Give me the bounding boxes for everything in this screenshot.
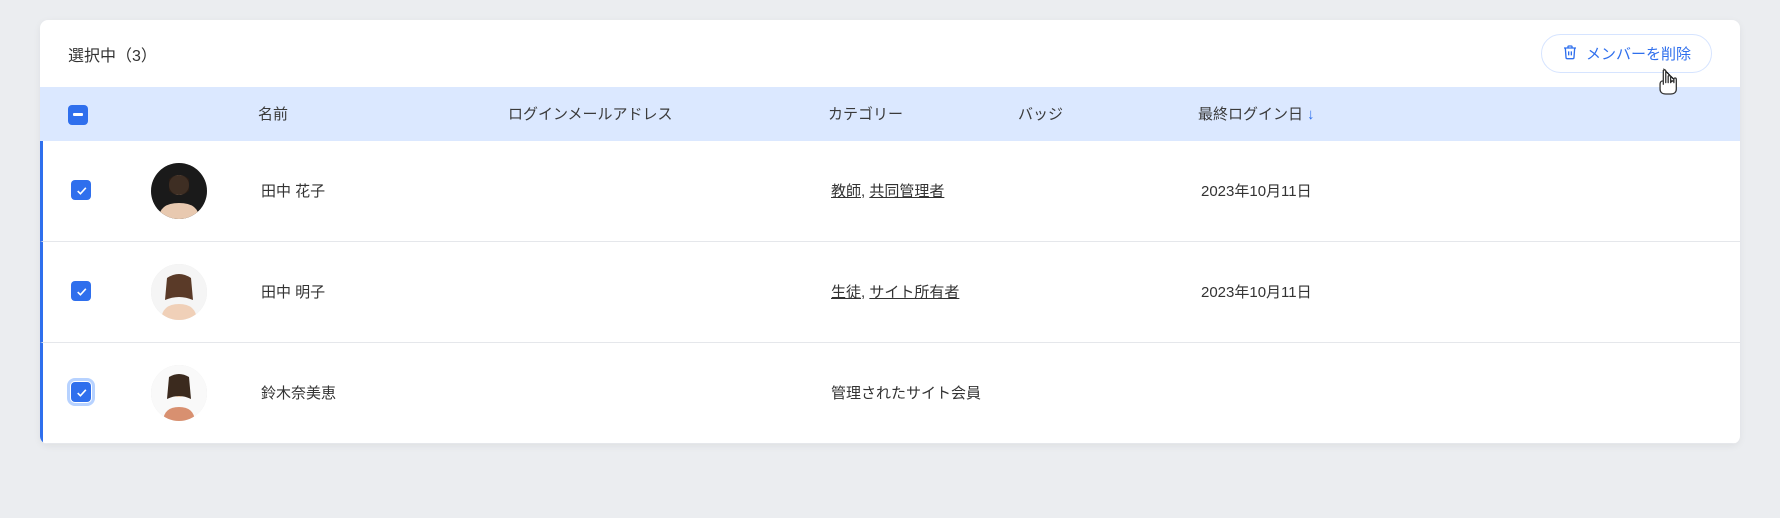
member-categories: 管理されたサイト会員 <box>831 382 1021 403</box>
selection-count-label: 選択中（3） <box>68 42 157 66</box>
table-header: 名前 ログインメールアドレス カテゴリー バッジ 最終ログイン日↓ <box>40 87 1740 141</box>
delete-members-button[interactable]: メンバーを削除 <box>1541 34 1712 73</box>
row-checkbox[interactable] <box>71 382 91 402</box>
column-last-login[interactable]: 最終ログイン日↓ <box>1198 103 1712 124</box>
table-row[interactable]: 田中 明子 生徒, サイト所有者 2023年10月11日 <box>40 242 1740 343</box>
avatar <box>151 264 207 320</box>
column-name[interactable]: 名前 <box>258 103 508 124</box>
category-link[interactable]: 教師 <box>831 183 861 200</box>
last-login: 2023年10月11日 <box>1201 180 1712 201</box>
last-login: 2023年10月11日 <box>1201 281 1712 302</box>
member-categories: 教師, 共同管理者 <box>831 180 1021 201</box>
category-text: 管理されたサイト会員 <box>831 385 981 402</box>
category-link[interactable]: 生徒 <box>831 284 861 301</box>
table-row[interactable]: 田中 花子 教師, 共同管理者 2023年10月11日 <box>40 141 1740 242</box>
trash-icon <box>1562 44 1578 64</box>
sort-desc-icon: ↓ <box>1307 106 1315 123</box>
row-checkbox[interactable] <box>71 180 91 200</box>
member-name: 田中 花子 <box>261 180 511 201</box>
category-link[interactable]: 共同管理者 <box>869 183 944 200</box>
member-name: 鈴木奈美恵 <box>261 382 511 403</box>
column-email[interactable]: ログインメールアドレス <box>508 103 828 124</box>
email-redacted <box>511 369 741 417</box>
column-badge[interactable]: バッジ <box>1018 103 1198 124</box>
table-row[interactable]: 鈴木奈美恵 管理されたサイト会員 <box>40 343 1740 444</box>
avatar <box>151 163 207 219</box>
category-link[interactable]: サイト所有者 <box>869 284 959 301</box>
member-name: 田中 明子 <box>261 281 511 302</box>
select-all-checkbox[interactable] <box>68 105 88 125</box>
members-panel: 選択中（3） メンバーを削除 名前 ログインメールアドレス カテゴリー バッジ … <box>40 20 1740 444</box>
toolbar: 選択中（3） メンバーを削除 <box>40 20 1740 87</box>
delete-button-label: メンバーを削除 <box>1586 43 1691 64</box>
row-checkbox[interactable] <box>71 281 91 301</box>
email-redacted <box>511 167 741 215</box>
avatar <box>151 365 207 421</box>
column-category[interactable]: カテゴリー <box>828 103 1018 124</box>
email-redacted <box>511 268 741 316</box>
member-categories: 生徒, サイト所有者 <box>831 281 1021 302</box>
